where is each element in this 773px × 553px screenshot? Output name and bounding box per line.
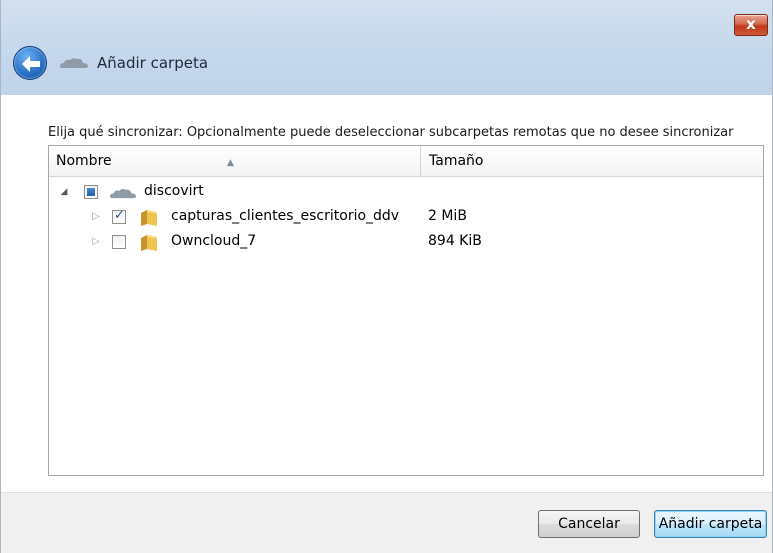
cancel-button[interactable]: Cancelar xyxy=(538,510,640,538)
window-title: Añadir carpeta xyxy=(97,54,209,72)
collapsed-triangle-icon[interactable]: ▷ xyxy=(91,210,101,224)
sort-ascending-icon: ▲ xyxy=(227,158,234,168)
tree-row[interactable]: ▷ capturas_clientes_escritorio_ddv 2 MiB xyxy=(49,206,763,230)
tree-row[interactable]: ▷ Owncloud_7 894 KiB xyxy=(49,231,763,255)
back-arrow-icon xyxy=(22,56,40,72)
tree-header: Nombre ▲ Tamaño xyxy=(49,146,763,177)
folder-icon xyxy=(141,210,157,226)
title-bar: x Añadir carpeta xyxy=(1,0,772,95)
cloud-icon xyxy=(60,58,88,68)
root-checkbox[interactable] xyxy=(84,185,98,199)
back-button[interactable] xyxy=(13,46,47,80)
root-label: discovirt xyxy=(144,183,204,199)
column-header-name[interactable]: Nombre ▲ xyxy=(49,146,421,176)
folder-label: Owncloud_7 xyxy=(171,233,257,249)
column-header-size[interactable]: Tamaño xyxy=(422,146,762,176)
folder-icon xyxy=(141,235,157,251)
add-folder-button[interactable]: Añadir carpeta xyxy=(654,510,767,538)
folder-size: 2 MiB xyxy=(428,208,467,224)
tree-row-root[interactable]: ◢ discovirt xyxy=(49,181,763,205)
collapsed-triangle-icon[interactable]: ▷ xyxy=(91,235,101,249)
expand-triangle-icon[interactable]: ◢ xyxy=(59,185,69,199)
folder-tree[interactable]: Nombre ▲ Tamaño ◢ discovirt ▷ capturas_c… xyxy=(48,145,764,476)
folder-checkbox[interactable] xyxy=(112,235,126,249)
dialog-window: x Añadir carpeta Elija qué sincronizar: … xyxy=(0,0,773,553)
instruction-text: Elija qué sincronizar: Opcionalmente pue… xyxy=(48,125,734,140)
folder-size: 894 KiB xyxy=(428,233,482,249)
close-button[interactable]: x xyxy=(734,14,768,36)
folder-checkbox[interactable] xyxy=(112,208,126,224)
cloud-icon xyxy=(110,189,136,199)
folder-label: capturas_clientes_escritorio_ddv xyxy=(171,208,400,224)
close-icon: x xyxy=(746,15,756,33)
